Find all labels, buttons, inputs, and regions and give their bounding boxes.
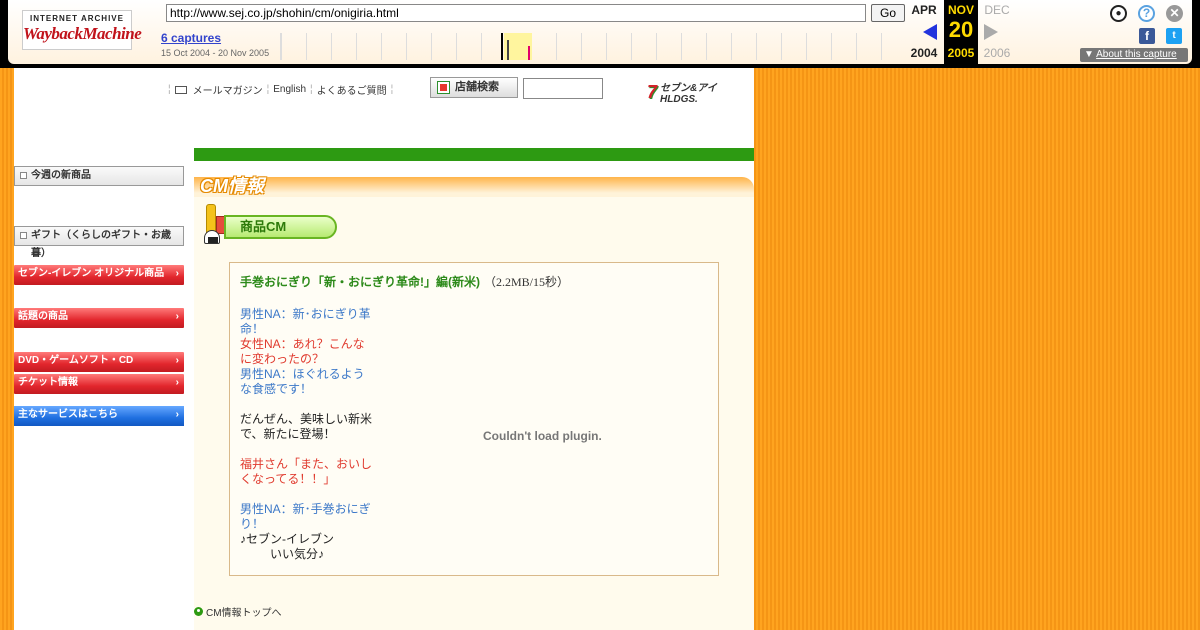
- wayback-logo-top: INTERNET ARCHIVE: [30, 14, 124, 23]
- cm-detail-box: 手巻おにぎり「新・おにぎり革命!」編(新米) （2.2MB/15秒） 男性NA：新…: [229, 262, 719, 576]
- facebook-icon[interactable]: f: [1139, 28, 1155, 44]
- script-line: 男性NA：ほぐれるよう: [240, 367, 365, 381]
- sidebar-item-dvd-game-cd[interactable]: DVD・ゲームソフト・CD ›: [14, 352, 184, 372]
- current-month: NOV: [947, 3, 974, 17]
- sidebar-item-label: 主なサービスはこちら: [18, 409, 118, 420]
- seven-logo-icon: 7: [647, 82, 658, 102]
- wayback-toolbar: INTERNET ARCHIVE WaybackMachine http://w…: [0, 0, 1200, 68]
- store-search-label: 店舗検索: [455, 81, 499, 93]
- help-icon[interactable]: ?: [1138, 5, 1155, 22]
- current-day: 20: [948, 17, 974, 42]
- capture-date-range: 15 Oct 2004 - 20 Nov 2005: [161, 48, 270, 58]
- script-line: だんぜん、美味しい新米: [240, 412, 373, 426]
- script-gap: [240, 442, 386, 457]
- script-gap: [240, 487, 386, 502]
- wayback-toolbar-panel: INTERNET ARCHIVE WaybackMachine http://w…: [8, 0, 1192, 64]
- sidebar-item-original-products[interactable]: セブン-イレブン オリジナル商品 ›: [14, 265, 184, 285]
- capture-sparkline[interactable]: [280, 33, 906, 60]
- circle-arrow-icon: [194, 607, 203, 616]
- script-line: くなってる！！」: [240, 472, 336, 486]
- prev-year[interactable]: 2004: [907, 46, 941, 60]
- about-capture-label: About this capture: [1096, 49, 1177, 60]
- nav-separator: ¦: [168, 84, 171, 95]
- next-year: 2006: [983, 46, 1011, 60]
- sidebar-item-label: チケット情報: [18, 377, 78, 388]
- sidebar-item-label: セブン-イレブン オリジナル商品: [18, 268, 165, 279]
- sparkline-bar-current: [528, 46, 530, 60]
- script-line: に変わったの？: [240, 352, 325, 366]
- mail-icon: [174, 85, 187, 94]
- nav-english[interactable]: English: [273, 84, 306, 95]
- chevron-right-icon: ›: [175, 409, 179, 420]
- seven-eleven-icon: [437, 81, 450, 94]
- cm-title-text: 手巻おにぎり「新・おにぎり革命!」編(新米): [240, 275, 480, 289]
- cm-top-link-label: CM情報トップへ: [206, 608, 282, 619]
- script-line: いい気分♪: [270, 547, 325, 561]
- script-line: で、新たに登場！: [240, 427, 336, 441]
- wayback-logo[interactable]: INTERNET ARCHIVE WaybackMachine: [22, 10, 142, 50]
- captures-link[interactable]: 6 captures: [161, 31, 221, 45]
- sidebar-item-label: DVD・ゲームソフト・CD: [18, 355, 134, 366]
- script-line: 命！: [240, 322, 265, 336]
- current-year: 2005: [947, 46, 975, 60]
- bullet-box-icon: [20, 172, 27, 179]
- next-month: DEC: [984, 3, 1010, 17]
- sidebar-item-services[interactable]: 主なサービスはこちら ›: [14, 406, 184, 426]
- product-cm-label: 商品CM: [224, 215, 337, 239]
- script-line: な食感です！: [240, 382, 313, 396]
- top-nav: ¦ メールマガジン ¦ English ¦ よくあるご質問 ¦: [168, 82, 393, 97]
- sidebar-item-label: 今週の新商品: [31, 170, 91, 181]
- cm-top-link[interactable]: CM情報トップへ: [194, 604, 282, 619]
- sparkline-bar: [501, 33, 503, 60]
- nav-mail-magazine[interactable]: メールマガジン: [193, 82, 263, 97]
- sidebar-item-topic-products[interactable]: 話題の商品 ›: [14, 308, 184, 328]
- chevron-right-icon: ›: [175, 355, 179, 366]
- about-capture-button[interactable]: ▼ About this capture: [1080, 48, 1188, 62]
- script-line: り！: [240, 517, 265, 531]
- archived-page: ¦ メールマガジン ¦ English ¦ よくあるご質問 ¦ 店舗検索 7 セ…: [14, 68, 754, 630]
- caret-down-icon: ▼: [1084, 49, 1097, 60]
- nav-separator: ¦: [266, 84, 270, 95]
- sidebar-item-tickets[interactable]: チケット情報 ›: [14, 374, 184, 394]
- nav-faq[interactable]: よくあるご質問: [317, 82, 387, 97]
- seven-and-i-logo-text: セブン&アイ HLDGS.: [660, 83, 717, 105]
- script-line: ♪セブン-イレブン: [240, 532, 334, 546]
- twitter-icon[interactable]: t: [1166, 28, 1182, 44]
- wayback-logo-main: WaybackMachine: [23, 24, 142, 43]
- sidebar-item-gift[interactable]: ギフト（くらしのギフト・お歳暮）: [14, 226, 184, 259]
- seven-and-i-logo[interactable]: 7 セブン&アイ HLDGS.: [647, 79, 754, 105]
- cm-file-size: （2.2MB/15秒）: [484, 275, 570, 289]
- prev-month[interactable]: APR: [907, 3, 941, 17]
- chevron-right-icon: ›: [175, 377, 179, 388]
- chevron-right-icon: ›: [175, 311, 179, 322]
- wayback-url-input[interactable]: http://www.sej.co.jp/shohin/cm/onigiria.…: [166, 4, 866, 22]
- script-gap: [240, 397, 386, 412]
- script-line: 福井さん「また、おいし: [240, 457, 373, 471]
- nav-separator: ¦: [390, 84, 394, 95]
- wayback-go-button[interactable]: Go: [871, 4, 905, 22]
- page-title: CM情報: [200, 176, 264, 196]
- store-search-button[interactable]: 店舗検索: [430, 77, 518, 98]
- onigiri-icon: [204, 230, 220, 244]
- green-divider-bar: [194, 148, 754, 161]
- close-icon[interactable]: ✕: [1166, 5, 1183, 22]
- sidebar-item-label: 話題の商品: [18, 311, 68, 322]
- bullet-box-icon: [20, 232, 27, 239]
- script-line: 男性NA：新･おにぎり革: [240, 307, 371, 321]
- plugin-error-message[interactable]: Couldn't load plugin.: [483, 429, 602, 443]
- next-capture-arrow-icon: [984, 24, 998, 40]
- user-icon[interactable]: ●: [1110, 5, 1127, 22]
- script-line: 男性NA：新･手巻おにぎ: [240, 502, 371, 516]
- nav-separator: ¦: [310, 84, 313, 95]
- cm-title: 手巻おにぎり「新・おにぎり革命!」編(新米) （2.2MB/15秒）: [240, 273, 569, 290]
- store-search-input[interactable]: [523, 78, 603, 99]
- chevron-right-icon: ›: [175, 268, 179, 279]
- prev-capture-arrow-icon[interactable]: [923, 24, 937, 40]
- cm-script: 男性NA：新･おにぎり革 命！ 女性NA：あれ？こんな に変わったの？ 男性NA…: [240, 307, 386, 562]
- sidebar-item-new-products[interactable]: 今週の新商品: [14, 166, 184, 186]
- sidebar-item-label: ギフト（くらしのギフト・お歳暮）: [31, 230, 171, 259]
- script-line: 女性NA：あれ？こんな: [240, 337, 365, 351]
- sparkline-bar: [507, 40, 509, 60]
- cm-section-header: [194, 177, 754, 197]
